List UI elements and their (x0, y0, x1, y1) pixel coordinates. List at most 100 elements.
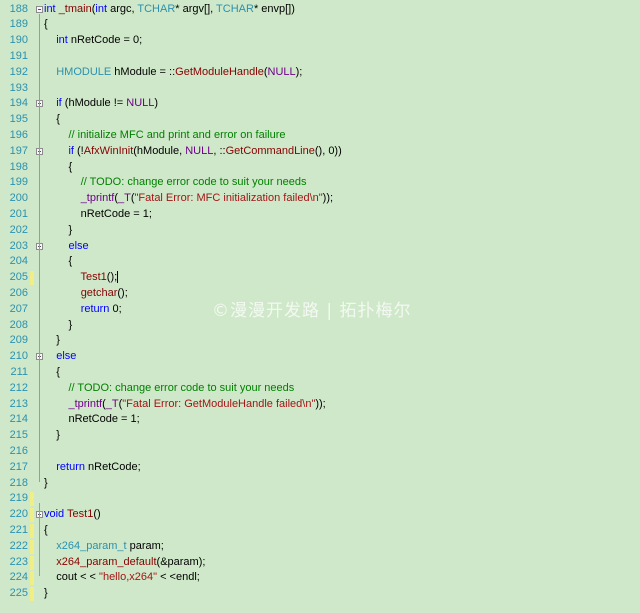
code-line[interactable]: 217 return nRetCode; (0, 460, 640, 476)
code-line[interactable]: 193 (0, 81, 640, 97)
code-line[interactable]: 194 if (hModule != NULL) (0, 96, 640, 112)
line-number: 213 (9, 397, 28, 410)
code-token: nRetCode = 1; (44, 207, 152, 220)
line-number: 190 (9, 34, 28, 47)
code-token: } (44, 334, 60, 347)
code-token: return (56, 460, 85, 473)
code-token: int (56, 34, 68, 47)
code-line[interactable]: 224 cout < < "hello,x264" < <endl; (0, 570, 640, 586)
collapse-icon[interactable] (36, 5, 43, 13)
line-number: 198 (9, 160, 28, 173)
code-editor[interactable]: 188 int _tmain(int argc, TCHAR* argv[], T… (0, 0, 640, 613)
code-line[interactable]: 223 x264_param_default(&param); (0, 555, 640, 571)
code-line[interactable]: 195 { (0, 112, 640, 128)
code-line[interactable]: 212 // TODO: change error code to suit y… (0, 381, 640, 397)
code-line[interactable]: 192 HMODULE hModule = ::GetModuleHandle(… (0, 65, 640, 81)
code-text: else (44, 239, 89, 255)
line-number: 221 (9, 523, 28, 536)
line-number: 192 (9, 65, 28, 78)
code-token: AfxWinInit (83, 144, 134, 157)
code-token: < <endl; (157, 571, 200, 584)
code-line[interactable]: 211 { (0, 365, 640, 381)
code-text: { (44, 365, 60, 381)
code-line[interactable]: 201 nRetCode = 1; (0, 207, 640, 223)
code-token: x264_param_t (56, 539, 127, 552)
code-text: nRetCode = 1; (44, 207, 152, 223)
watermark: ©漫漫开发路 | 拓扑梅尔 (212, 301, 412, 321)
line-number: 206 (9, 286, 28, 299)
change-marker (30, 539, 34, 554)
code-line[interactable]: 205 Test1(); (0, 270, 640, 286)
code-line[interactable]: 216 (0, 444, 640, 460)
code-token: NULL (267, 65, 296, 78)
code-line[interactable]: 209 } (0, 333, 640, 349)
code-token: HMODULE (56, 65, 112, 78)
code-token: x264_param_default (56, 555, 157, 568)
code-text: // TODO: change error code to suit your … (44, 175, 307, 191)
code-line[interactable]: 199 // TODO: change error code to suit y… (0, 175, 640, 191)
code-line[interactable]: 198 { (0, 160, 640, 176)
code-token: int (44, 2, 56, 15)
code-line[interactable]: 202 } (0, 223, 640, 239)
code-text: return 0; (44, 302, 122, 318)
line-number: 212 (9, 381, 28, 394)
code-token: () (93, 508, 101, 521)
code-text: } (44, 586, 48, 602)
code-line[interactable]: 190 int nRetCode = 0; (0, 33, 640, 49)
code-text: { (44, 254, 72, 270)
line-number: 193 (9, 81, 28, 94)
code-token: { (44, 160, 73, 173)
code-line[interactable]: 218} (0, 476, 640, 492)
code-line[interactable]: 221 { (0, 523, 640, 539)
code-text: if (hModule != NULL) (44, 96, 158, 112)
code-line[interactable]: 225} (0, 586, 640, 602)
change-marker (30, 587, 34, 602)
code-text: return nRetCode; (44, 460, 140, 476)
code-line[interactable]: 204 { (0, 254, 640, 270)
code-text: } (44, 318, 72, 334)
code-line[interactable]: 203 else (0, 239, 640, 255)
line-number: 209 (9, 334, 28, 347)
code-token: "Fatal Error: GetModuleHandle failed\n" (122, 397, 316, 410)
code-token: argc, (107, 2, 138, 15)
code-token: Test1 (80, 271, 107, 284)
line-number: 207 (9, 302, 28, 315)
code-token: (); (106, 271, 118, 284)
code-line[interactable]: 222 x264_param_t param; (0, 539, 640, 555)
line-number: 214 (9, 413, 28, 426)
code-line[interactable]: 200 _tprintf(_T("Fatal Error: MFC initia… (0, 191, 640, 207)
code-token: getchar (80, 286, 118, 299)
code-line[interactable]: 213 _tprintf(_T("Fatal Error: GetModuleH… (0, 397, 640, 413)
code-token: (hModule, (133, 144, 186, 157)
code-token: _T (105, 397, 119, 410)
code-line[interactable]: 197 if (!AfxWinInit(hModule, NULL, ::Get… (0, 144, 640, 160)
line-number: 194 (9, 97, 28, 110)
code-line[interactable]: 196 // initialize MFC and print and erro… (0, 128, 640, 144)
code-token: else (68, 239, 89, 252)
code-line[interactable]: 219 (0, 491, 640, 507)
code-token: } (44, 318, 73, 331)
code-token: (); (117, 286, 128, 299)
code-line[interactable]: 214 nRetCode = 1; (0, 412, 640, 428)
code-line[interactable]: 210 else (0, 349, 640, 365)
code-token: NULL (126, 97, 155, 110)
code-text: } (44, 333, 60, 349)
code-line[interactable]: 188 int _tmain(int argc, TCHAR* argv[], T… (0, 2, 640, 18)
line-number: 189 (9, 18, 28, 31)
line-number: 216 (9, 444, 28, 457)
code-token: } (44, 429, 60, 442)
code-token: Test1 (67, 508, 94, 521)
code-line[interactable]: 215 } (0, 428, 640, 444)
code-line[interactable]: 220 void Test1() (0, 507, 640, 523)
code-line[interactable]: 189 { (0, 17, 640, 33)
code-token: (hModule != (61, 97, 127, 110)
code-line[interactable]: 191 (0, 49, 640, 65)
